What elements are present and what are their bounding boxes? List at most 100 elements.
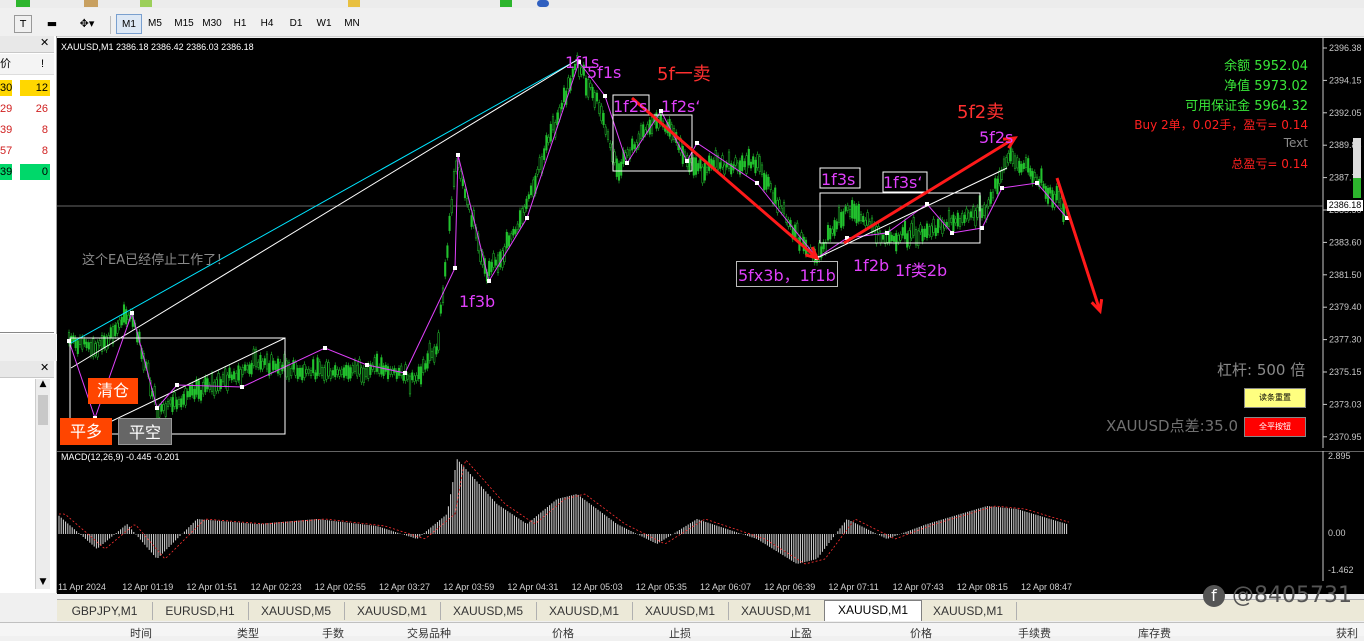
timeframe-w1[interactable]: W1	[311, 14, 337, 34]
chart-tab[interactable]: XAUUSD,M1	[728, 602, 825, 620]
candle-body	[703, 162, 706, 181]
terminal-column-header[interactable]: 获利	[1336, 625, 1358, 641]
terminal-column-header[interactable]: 止盈	[790, 625, 812, 641]
terminal-column-header[interactable]: 止损	[669, 625, 691, 641]
market-watch-row[interactable]: 39 8	[0, 120, 54, 140]
equity-text: 净值 5973.02	[1224, 79, 1308, 94]
timeframe-h1[interactable]: H1	[227, 14, 253, 34]
reset-button[interactable]: 读条重置	[1244, 388, 1306, 408]
market-watch-row[interactable]: 57 8	[0, 141, 54, 161]
new-order-icon[interactable]	[16, 0, 30, 7]
terminal-column-header[interactable]: 价格	[552, 625, 574, 641]
candle-body	[705, 166, 709, 173]
chart-window[interactable]: 2396.382394.152392.052389.832387.732385.…	[57, 38, 1364, 594]
candle-body	[406, 374, 409, 380]
refresh-icon[interactable]	[537, 0, 549, 7]
candle-body	[1060, 197, 1063, 209]
zigzag-point	[456, 153, 460, 157]
close-icon[interactable]: ✕	[40, 36, 49, 49]
chart-tab[interactable]: EURUSD,H1	[152, 602, 249, 620]
terminal-column-header[interactable]: 价格	[910, 625, 932, 641]
timeframe-m15[interactable]: M15	[171, 14, 197, 34]
timeframe-m30[interactable]: M30	[199, 14, 225, 34]
zoom-in-icon[interactable]	[500, 0, 512, 7]
bid-value: 29	[0, 103, 13, 115]
zigzag-point	[453, 266, 457, 270]
candle-body	[428, 342, 431, 361]
candle-body	[353, 360, 357, 372]
clear-positions-button[interactable]: 清仓	[88, 378, 138, 404]
candle-body	[329, 370, 332, 379]
terminal-column-header[interactable]: 手数	[322, 625, 344, 641]
timeframe-m5[interactable]: M5	[142, 14, 168, 34]
chart-tab[interactable]: XAUUSD,M5	[248, 602, 345, 620]
zigzag-point	[175, 383, 179, 387]
timeframe-h4[interactable]: H4	[254, 14, 280, 34]
candle-body	[118, 319, 121, 328]
auto-trading-icon[interactable]	[140, 0, 152, 7]
chart-tab[interactable]: GBPJPY,M1	[57, 602, 153, 620]
candle-body	[298, 367, 302, 377]
candle-body	[747, 148, 750, 166]
column-spread[interactable]: !	[34, 56, 44, 72]
chart-tab[interactable]: XAUUSD,M1	[344, 602, 441, 620]
market-watch-row[interactable]: 39 0	[0, 162, 54, 182]
navigator-icon[interactable]	[84, 0, 98, 7]
candle-body	[243, 364, 247, 371]
chart-tab[interactable]: XAUUSD,M5	[440, 602, 537, 620]
terminal-column-header[interactable]: 库存费	[1138, 625, 1171, 641]
terminal-column-header[interactable]: 时间	[130, 625, 152, 641]
terminal-column-header[interactable]: 类型	[237, 625, 259, 641]
timeframe-m1[interactable]: M1	[116, 14, 142, 34]
text-tool-icon[interactable]: T	[14, 15, 32, 33]
timeframe-mn[interactable]: MN	[339, 14, 365, 34]
text-label: Text	[1283, 136, 1308, 150]
candle-body	[105, 336, 108, 351]
candle-body	[400, 365, 403, 376]
column-bid[interactable]: 价	[0, 56, 14, 72]
candle-body	[633, 144, 636, 149]
candle-body	[763, 172, 766, 191]
chart-tab[interactable]: XAUUSD,M1	[536, 602, 633, 620]
market-watch-header: ✕	[0, 36, 54, 53]
candle-body	[109, 327, 112, 338]
candle-body	[1049, 187, 1052, 194]
candle-body	[532, 179, 535, 197]
candle-body	[547, 136, 550, 143]
label-tool-icon[interactable]: ▬	[44, 15, 60, 33]
scroll-thumb[interactable]	[38, 395, 48, 425]
timeframe-d1[interactable]: D1	[283, 14, 309, 34]
candle-body	[171, 397, 174, 412]
scroll-up-icon[interactable]: ▲	[36, 379, 50, 389]
candle-body	[347, 365, 350, 380]
crosshair-icon[interactable]	[348, 0, 360, 7]
terminal-column-header[interactable]: 手续费	[1018, 625, 1051, 641]
chart-tab[interactable]: XAUUSD,M1	[632, 602, 729, 620]
chart-tab[interactable]: XAUUSD,M1	[824, 600, 922, 621]
arrow-tool-icon[interactable]: ✥▾	[72, 15, 102, 33]
candle-body	[408, 375, 412, 395]
close-long-button[interactable]: 平多	[60, 418, 112, 445]
annotation-label: 1f2s‘	[661, 97, 701, 116]
annotation-label: 1f3s	[821, 170, 856, 189]
close-all-button[interactable]: 全平按钮	[1244, 417, 1306, 437]
close-icon[interactable]: ✕	[40, 361, 49, 374]
candle-body	[587, 79, 590, 98]
candle-body	[237, 365, 240, 381]
candle-body	[1055, 186, 1058, 201]
terminal-column-header[interactable]: 交易品种	[407, 625, 451, 641]
candle-body	[767, 176, 770, 187]
chart-tab[interactable]: XAUUSD,M1	[920, 602, 1017, 620]
scroll-down-icon[interactable]: ▼	[36, 577, 50, 587]
candle-body	[925, 223, 929, 238]
candle-body	[285, 360, 288, 378]
navigator-scrollbar[interactable]: ▲ ▼	[35, 379, 50, 589]
candle-body	[967, 212, 970, 221]
candle-body	[831, 228, 834, 234]
close-short-button[interactable]: 平空	[118, 418, 172, 445]
spread-value: 12	[20, 80, 50, 96]
market-watch-row[interactable]: 29 26	[0, 99, 54, 119]
candle-body	[226, 374, 229, 391]
market-watch-row[interactable]: 30 12	[0, 78, 54, 98]
candle-body	[193, 388, 196, 400]
